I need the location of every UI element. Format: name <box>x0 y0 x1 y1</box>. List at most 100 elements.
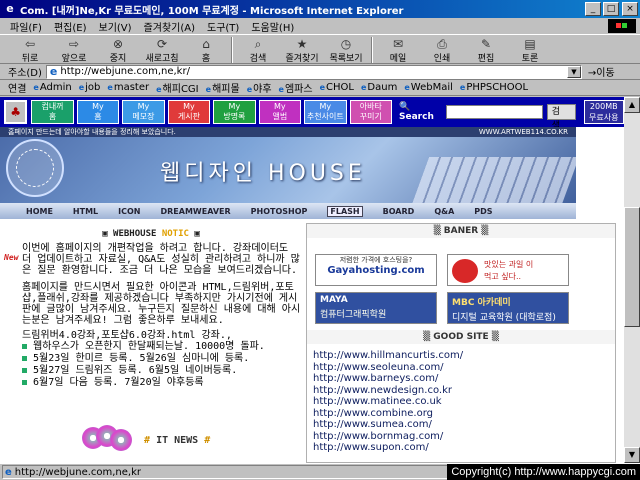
storage-button[interactable]: 200MB 무료사용 <box>583 100 624 124</box>
notice-paragraph: 홈페이지를 만드시면서 필요한 아이콘과 HTML,드림위버,포토샵,플래쉬,강… <box>22 282 301 326</box>
my-home-tile[interactable]: My 홈 <box>76 100 120 124</box>
mail-button[interactable]: ✉ 메일 <box>376 35 420 65</box>
search-icon: ⌕ <box>254 36 262 51</box>
nav-pds[interactable]: PDS <box>474 207 492 216</box>
home-icon: ⌂ <box>202 36 210 51</box>
forward-label: 앞으로 <box>61 53 87 64</box>
discuss-icon: ▤ <box>524 36 536 51</box>
link-item[interactable]: e해피몰 <box>206 80 240 95</box>
menu-help[interactable]: 도움말(H) <box>245 19 300 34</box>
site-link[interactable]: http://www.hillmancurtis.com/ <box>313 350 615 362</box>
site-link[interactable]: http://www.supon.com/ <box>313 442 615 454</box>
banner-title: 웹디자인 HOUSE <box>160 161 366 186</box>
link-item[interactable]: ePHPSCHOOL <box>460 82 528 93</box>
search-button[interactable]: ⌕ 검색 <box>236 35 280 65</box>
scroll-thumb[interactable] <box>624 207 640 327</box>
link-icon: e <box>156 85 162 94</box>
gayahosting-ad[interactable]: 저렴한 가격에 호스팅을? Gayahosting.com <box>315 254 437 286</box>
search-submit-button[interactable]: 검 색 <box>546 104 576 131</box>
link-item[interactable]: ejob <box>79 82 101 93</box>
site-link[interactable]: http://www.barneys.com/ <box>313 373 615 385</box>
menu-edit[interactable]: 편집(E) <box>48 19 93 34</box>
ad-text: 컴퓨터그래픽학원 <box>320 310 387 320</box>
minimize-button[interactable]: _ <box>585 2 601 16</box>
cd-icon <box>82 425 136 451</box>
back-arrow-icon: ⇦ <box>24 36 36 51</box>
my-board-tile[interactable]: My 게시판 <box>167 100 211 124</box>
menu-favorites[interactable]: 즐겨찾기(A) <box>138 19 201 34</box>
search-label: 🔍Search <box>399 102 443 122</box>
scroll-up-icon[interactable]: ▲ <box>624 97 640 113</box>
link-item[interactable]: eAdmin <box>33 82 71 93</box>
notice-section: ▣ WEBHOUSE NOTIC ▣ New 이번에 홈페이지의 개편작업을 하… <box>0 223 302 463</box>
site-link[interactable]: http://www.bornmag.com/ <box>313 431 615 443</box>
link-item[interactable]: e야후 <box>247 80 272 95</box>
forward-button[interactable]: ⇨ 앞으로 <box>52 35 96 65</box>
nav-home[interactable]: HOME <box>26 207 53 216</box>
my-guestbook-tile[interactable]: My 방명록 <box>213 100 256 124</box>
go-button[interactable]: →이동 <box>588 64 615 79</box>
site-link[interactable]: http://www.combine.org <box>313 408 615 420</box>
site-link[interactable]: http://www.newdesign.co.kr <box>313 385 615 397</box>
address-dropdown-icon[interactable]: ▼ <box>566 65 581 78</box>
nav-html[interactable]: HTML <box>73 207 98 216</box>
nav-icon[interactable]: ICON <box>118 207 140 216</box>
print-button[interactable]: ⎙ 인쇄 <box>420 35 464 65</box>
menu-view[interactable]: 보기(V) <box>93 19 138 34</box>
site-banner: 홈페이지 만드는데 알아야할 내용들을 정리해 보았습니다. WWW.ARTWE… <box>0 127 576 219</box>
my-album-tile[interactable]: My 앨범 <box>258 100 302 124</box>
menu-file[interactable]: 파일(F) <box>4 19 48 34</box>
nav-flash[interactable]: FLASH <box>327 205 363 217</box>
nav-board[interactable]: BOARD <box>383 207 415 216</box>
site-link[interactable]: http://www.sumea.com/ <box>313 419 615 431</box>
my-recommend-tile[interactable]: My 추천사이트 <box>304 100 347 124</box>
discuss-button[interactable]: ▤ 토론 <box>508 35 552 65</box>
nav-dreamweaver[interactable]: DREAMWEAVER <box>160 207 230 216</box>
address-input[interactable]: e http://webjune.com,ne,kr/ ▼ <box>45 64 582 79</box>
page-icon: e <box>49 65 58 78</box>
edit-button[interactable]: ✎ 편집 <box>464 35 508 65</box>
site-link[interactable]: http://www.matinee.co.uk <box>313 396 615 408</box>
avatar-tile[interactable]: 아바타 꾸미기 <box>349 100 393 124</box>
history-button[interactable]: ◷ 목록보기 <box>324 35 368 65</box>
fruit-ad[interactable]: 맛있는 과일 이 먹고 싶다.. <box>447 254 569 286</box>
site-link[interactable]: http://www.seoleuna.com/ <box>313 362 615 374</box>
link-item[interactable]: eWebMail <box>404 82 453 93</box>
close-button[interactable]: × <box>622 2 638 16</box>
ad-tagline: 저렴한 가격에 호스팅을? <box>339 256 413 264</box>
link-item[interactable]: eCHOL <box>320 82 354 93</box>
banner-emblem <box>6 139 64 197</box>
search-input[interactable] <box>446 105 543 119</box>
home-button[interactable]: ⌂ 홈 <box>184 35 228 65</box>
back-button[interactable]: ⇦ 뒤로 <box>8 35 52 65</box>
link-item[interactable]: emaster <box>107 82 149 93</box>
favorites-button[interactable]: ★ 즐겨찾기 <box>280 35 324 65</box>
link-item[interactable]: e해피CGI <box>156 80 199 95</box>
link-item[interactable]: eDaum <box>361 82 397 93</box>
menu-tools[interactable]: 도구(T) <box>201 19 245 34</box>
link-label: 야후 <box>253 84 272 95</box>
link-icon: e <box>404 83 410 92</box>
web-page: ♣ 컴내꺼 홈 My 홈 My 메모장 My 게시판 My 방명록 My 앨범 … <box>0 97 624 463</box>
mail-label: 메일 <box>389 53 407 64</box>
it-news-header: # IT NEWS # <box>82 425 282 451</box>
maya-ad[interactable]: MAYA 컴퓨터그래픽학원 <box>315 292 437 324</box>
nav-photoshop[interactable]: PHOTOSHOP <box>251 207 308 216</box>
my-memo-tile[interactable]: My 메모장 <box>122 100 165 124</box>
maximize-button[interactable]: □ <box>603 2 619 16</box>
mbc-academy-ad[interactable]: MBC 아카데미 디지털 교육학원 (대학로점) <box>447 292 569 324</box>
windows-logo-icon <box>608 19 636 33</box>
portal-logo-icon[interactable]: ♣ <box>4 100 28 124</box>
address-label: 주소(D) <box>8 68 42 79</box>
nav-qna[interactable]: Q&A <box>434 207 454 216</box>
stop-button[interactable]: ⊗ 중지 <box>96 35 140 65</box>
banner-strip-text: 홈페이지 만드는데 알아야할 내용들을 정리해 보았습니다. <box>8 128 176 136</box>
favorites-label: 즐겨찾기 <box>285 53 319 64</box>
notice-heading: ▣ WEBHOUSE NOTIC ▣ <box>102 229 200 239</box>
refresh-button[interactable]: ⟳ 새로고침 <box>140 35 184 65</box>
portal-home-tile[interactable]: 컴내꺼 홈 <box>31 100 74 124</box>
link-item[interactable]: e엠파스 <box>279 80 313 95</box>
scroll-down-icon[interactable]: ▼ <box>624 447 640 463</box>
link-icon: e <box>459 83 466 92</box>
vertical-scrollbar[interactable]: ▲ ▼ <box>624 97 640 463</box>
